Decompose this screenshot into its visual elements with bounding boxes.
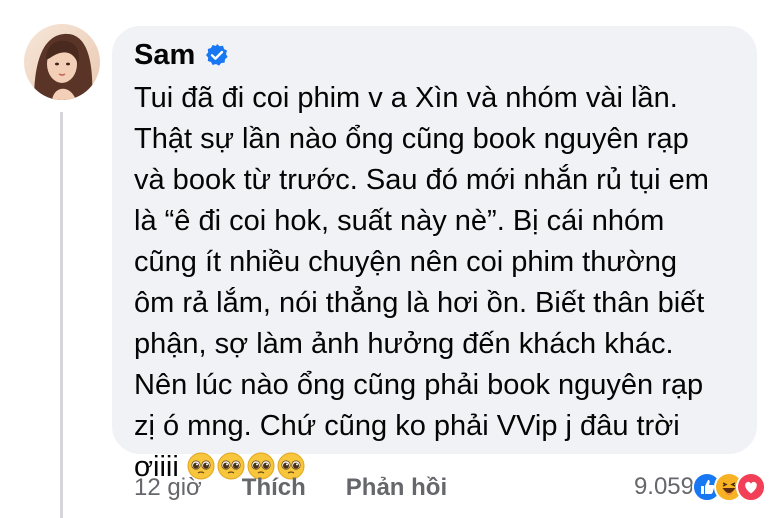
comment-line: là “ê đi coi hok, suất này nè”. Bị cái n… [134, 205, 665, 237]
like-button[interactable]: Thích [242, 474, 306, 502]
reaction-summary[interactable]: 9.059 [634, 472, 766, 502]
comment-line: Thật sự lần nào ổng cũng book nguyên rạp [134, 123, 689, 155]
author-row: Sam [134, 36, 229, 74]
reply-button[interactable]: Phản hồi [346, 474, 447, 502]
thread-line [60, 112, 63, 518]
reaction-count: 9.059 [633, 473, 694, 500]
comment-line: Nên lúc nào ổng cũng phải book nguyên rạ… [134, 369, 704, 401]
comment-line: Tui đã đi coi phim v a Xìn và nhóm vài l… [134, 82, 678, 114]
author-avatar[interactable] [24, 24, 100, 100]
comment-text: Tui đã đi coi phim v a Xìn và nhóm vài l… [134, 78, 739, 488]
comment-line: và book từ trước. Sau đó mới nhắn rủ tụi… [134, 164, 709, 196]
comment-line: phận, sợ làm ảnh hưởng đến khách khác. [134, 328, 674, 360]
comment-line: cũng ít nhiều chuyện nên coi phim thường [134, 246, 678, 278]
love-reaction-icon [736, 472, 766, 502]
avatar-image [24, 24, 100, 100]
author-name[interactable]: Sam [134, 36, 195, 74]
comment-timestamp[interactable]: 12 giờ [134, 474, 202, 502]
comment-line: zị ó mng. Chứ cũng ko phải VVip j đâu tr… [134, 410, 680, 442]
verified-badge-icon [205, 43, 229, 67]
comment-actions: 12 giờ Thích Phản hồi [134, 474, 487, 502]
comment-line: ôm rả lắm, nói thẳng là hơi ồn. Biết thâ… [134, 287, 705, 319]
